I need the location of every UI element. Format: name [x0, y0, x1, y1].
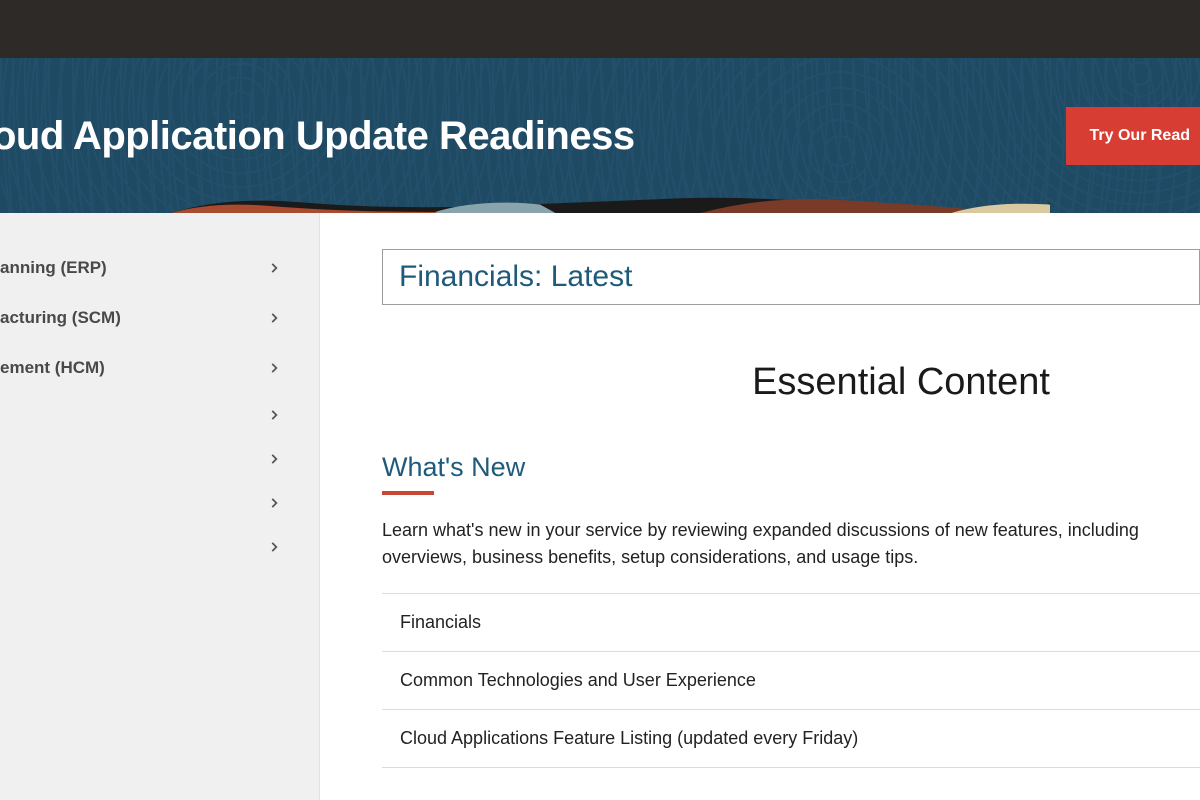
- sidebar-item-erp[interactable]: anning (ERP): [0, 243, 319, 293]
- release-selector-value: Financials: Latest: [399, 260, 632, 293]
- hero-stripe-decoration: [150, 191, 1050, 213]
- sidebar-item-label: ement (HCM): [0, 358, 105, 378]
- chevron-right-icon: [267, 361, 281, 375]
- sidebar-item-label: acturing (SCM): [0, 308, 121, 328]
- whats-new-description: Learn what's new in your service by revi…: [382, 517, 1200, 571]
- heading-underline-decoration: [382, 491, 434, 495]
- sidebar-item-hcm[interactable]: ement (HCM): [0, 343, 319, 393]
- chevron-right-icon: [267, 261, 281, 275]
- chevron-right-icon: [267, 311, 281, 325]
- chevron-right-icon: [267, 496, 281, 510]
- global-topbar: [0, 0, 1200, 58]
- sidebar-item[interactable]: [0, 525, 319, 569]
- sidebar-item[interactable]: [0, 393, 319, 437]
- essential-content-heading: Essential Content: [602, 361, 1200, 404]
- sidebar-item[interactable]: [0, 481, 319, 525]
- sidebar-nav: anning (ERP) acturing (SCM) ement (HCM): [0, 213, 320, 800]
- hero-banner: oud Application Update Readiness Try Our…: [0, 58, 1200, 213]
- release-selector-dropdown[interactable]: Financials: Latest: [382, 249, 1200, 305]
- sidebar-item-scm[interactable]: acturing (SCM): [0, 293, 319, 343]
- page-title: oud Application Update Readiness: [0, 112, 635, 159]
- main-content: Financials: Latest Essential Content Wha…: [320, 213, 1200, 800]
- whats-new-link-list: Financials Common Technologies and User …: [382, 593, 1200, 768]
- whats-new-heading: What's New: [382, 452, 1200, 483]
- sidebar-item[interactable]: [0, 437, 319, 481]
- chevron-right-icon: [267, 408, 281, 422]
- content-row: anning (ERP) acturing (SCM) ement (HCM): [0, 213, 1200, 800]
- list-item[interactable]: Common Technologies and User Experience: [382, 652, 1200, 710]
- chevron-right-icon: [267, 540, 281, 554]
- chevron-right-icon: [267, 452, 281, 466]
- try-readiness-button[interactable]: Try Our Read: [1066, 107, 1200, 165]
- list-item[interactable]: Financials: [382, 594, 1200, 652]
- sidebar-item-label: anning (ERP): [0, 258, 107, 278]
- list-item[interactable]: Cloud Applications Feature Listing (upda…: [382, 710, 1200, 768]
